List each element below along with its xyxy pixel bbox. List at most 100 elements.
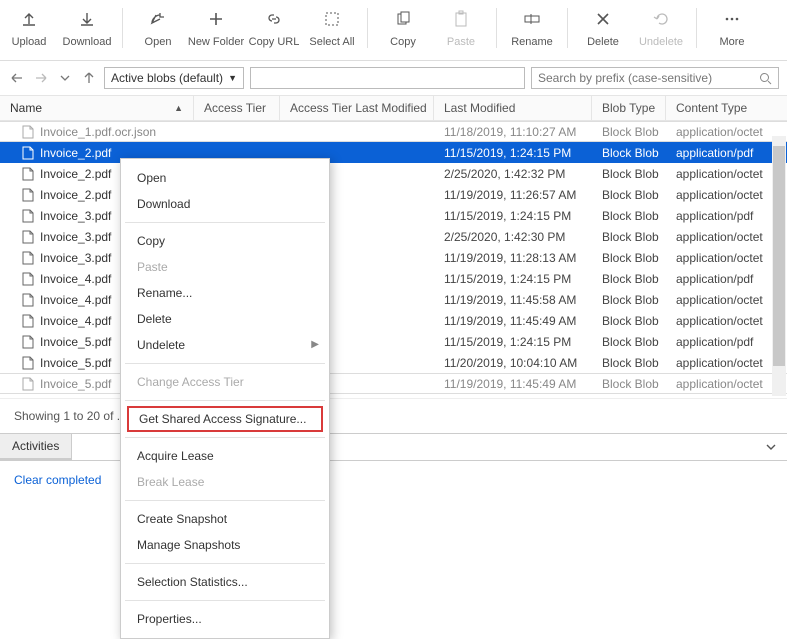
- download-icon: [76, 8, 98, 30]
- copy-url-button[interactable]: Copy URL: [245, 4, 303, 52]
- ctx-create-snapshot[interactable]: Create Snapshot: [121, 506, 329, 532]
- cell-modified: 11/15/2019, 1:24:15 PM: [434, 272, 592, 286]
- ctx-download[interactable]: Download: [121, 191, 329, 217]
- toolbar-separator: [567, 8, 568, 48]
- table-row[interactable]: Invoice_4.pdf11/19/2019, 11:45:58 AMBloc…: [0, 289, 787, 310]
- upload-button[interactable]: Upload: [0, 4, 58, 52]
- nav-recent-icon[interactable]: [56, 69, 74, 87]
- open-label: Open: [145, 36, 172, 48]
- file-name: Invoice_1.pdf.ocr.json: [40, 125, 156, 139]
- view-filter-dropdown[interactable]: Active blobs (default) ▼: [104, 67, 244, 89]
- delete-button[interactable]: Delete: [574, 4, 632, 52]
- table-row[interactable]: Invoice_3.pdf11/15/2019, 1:24:15 PMBlock…: [0, 205, 787, 226]
- grid-header: Name▲ Access Tier Access Tier Last Modif…: [0, 95, 787, 121]
- file-name: Invoice_5.pdf: [40, 335, 111, 349]
- ctx-rename[interactable]: Rename...: [121, 280, 329, 306]
- cell-content-type: application/octet: [666, 251, 787, 265]
- cell-modified: 11/20/2019, 10:04:10 AM: [434, 356, 592, 370]
- copy-url-label: Copy URL: [249, 36, 300, 48]
- table-row[interactable]: Invoice_2.pdf2/25/2020, 1:42:32 PMBlock …: [0, 163, 787, 184]
- file-name: Invoice_3.pdf: [40, 230, 111, 244]
- undelete-button[interactable]: Undelete: [632, 4, 690, 52]
- file-name: Invoice_3.pdf: [40, 209, 111, 223]
- file-icon: [22, 293, 34, 307]
- file-icon: [22, 188, 34, 202]
- table-row[interactable]: Invoice_4.pdf 11/15/2019, 1:24:15 PMBlock…: [0, 268, 787, 289]
- ctx-selection-stats[interactable]: Selection Statistics...: [121, 569, 329, 595]
- rename-button[interactable]: Rename: [503, 4, 561, 52]
- ctx-manage-snapshots[interactable]: Manage Snapshots: [121, 532, 329, 558]
- delete-label: Delete: [587, 36, 619, 48]
- file-icon: [22, 125, 34, 139]
- ctx-copy[interactable]: Copy: [121, 228, 329, 254]
- rename-icon: [521, 8, 543, 30]
- grid-body: Invoice_1.pdf.ocr.json11/18/2019, 11:10:…: [0, 121, 787, 394]
- ctx-get-sas[interactable]: Get Shared Access Signature...: [127, 406, 323, 432]
- path-input[interactable]: [250, 67, 525, 89]
- expand-icon[interactable]: [765, 441, 787, 453]
- cell-modified: 11/15/2019, 1:24:15 PM: [434, 335, 592, 349]
- toolbar-separator: [367, 8, 368, 48]
- sort-asc-icon: ▲: [174, 103, 183, 113]
- table-row[interactable]: Invoice_5.pdf11/20/2019, 10:04:10 AMBloc…: [0, 352, 787, 373]
- search-input[interactable]: [538, 71, 755, 85]
- file-icon: [22, 209, 34, 223]
- cell-blob-type: Block Blob: [592, 356, 666, 370]
- upload-icon: [18, 8, 40, 30]
- cell-modified: 11/19/2019, 11:45:49 AM: [434, 314, 592, 328]
- col-content-type[interactable]: Content Type: [666, 96, 787, 120]
- table-row[interactable]: Invoice_3.pdf11/19/2019, 11:28:13 AMBloc…: [0, 247, 787, 268]
- nav-up-icon[interactable]: [80, 69, 98, 87]
- open-button[interactable]: Open: [129, 4, 187, 52]
- more-button[interactable]: More: [703, 4, 761, 52]
- new-folder-button[interactable]: New Folder: [187, 4, 245, 52]
- nav-forward-icon[interactable]: [32, 69, 50, 87]
- copy-button[interactable]: Copy: [374, 4, 432, 52]
- col-name[interactable]: Name▲: [0, 96, 194, 120]
- cell-blob-type: Block Blob: [592, 146, 666, 160]
- nav-back-icon[interactable]: [8, 69, 26, 87]
- cell-content-type: application/octet: [666, 377, 787, 391]
- scrollbar-thumb[interactable]: [773, 146, 785, 366]
- select-all-label: Select All: [309, 36, 354, 48]
- ctx-open[interactable]: Open: [121, 165, 329, 191]
- file-icon: [22, 251, 34, 265]
- activities-tab[interactable]: Activities: [0, 434, 72, 460]
- download-button[interactable]: Download: [58, 4, 116, 52]
- file-name: Invoice_4.pdf: [40, 314, 111, 328]
- col-blob-type[interactable]: Blob Type: [592, 96, 666, 120]
- col-last-modified[interactable]: Last Modified: [434, 96, 592, 120]
- table-row[interactable]: Invoice_1.pdf.ocr.json11/18/2019, 11:10:…: [0, 121, 787, 142]
- ctx-separator: [125, 363, 325, 364]
- file-icon: [22, 314, 34, 328]
- ctx-undelete[interactable]: Undelete▶: [121, 332, 329, 358]
- ctx-delete[interactable]: Delete: [121, 306, 329, 332]
- cell-blob-type: Block Blob: [592, 167, 666, 181]
- paste-label: Paste: [447, 36, 475, 48]
- paste-button[interactable]: Paste: [432, 4, 490, 52]
- ctx-acquire-lease[interactable]: Acquire Lease: [121, 443, 329, 469]
- file-name: Invoice_4.pdf: [40, 272, 111, 286]
- cell-blob-type: Block Blob: [592, 272, 666, 286]
- col-access-tier[interactable]: Access Tier: [194, 96, 280, 120]
- ctx-properties[interactable]: Properties...: [121, 606, 329, 632]
- delete-icon: [592, 8, 614, 30]
- table-row[interactable]: Invoice_2.pdf11/15/2019, 1:24:15 PMBlock…: [0, 142, 787, 163]
- select-all-button[interactable]: Select All: [303, 4, 361, 52]
- clear-completed-link[interactable]: Clear completed: [0, 461, 787, 499]
- table-row[interactable]: Invoice_4.pdf11/19/2019, 11:45:49 AMBloc…: [0, 310, 787, 331]
- search-box[interactable]: [531, 67, 779, 89]
- ctx-paste[interactable]: Paste: [121, 254, 329, 280]
- ctx-change-tier[interactable]: Change Access Tier: [121, 369, 329, 395]
- table-row[interactable]: Invoice_2.pdf11/19/2019, 11:26:57 AMBloc…: [0, 184, 787, 205]
- cell-content-type: application/pdf: [666, 209, 787, 223]
- table-row[interactable]: Invoice_5.pdf11/15/2019, 1:24:15 PMBlock…: [0, 331, 787, 352]
- col-tier-modified[interactable]: Access Tier Last Modified: [280, 96, 434, 120]
- table-row[interactable]: Invoice_3.pdf2/25/2020, 1:42:30 PMBlock …: [0, 226, 787, 247]
- cell-content-type: application/octet: [666, 230, 787, 244]
- table-row[interactable]: Invoice_5.pdf11/19/2019, 11:45:49 AMBloc…: [0, 373, 787, 394]
- file-icon: [22, 230, 34, 244]
- vertical-scrollbar[interactable]: [772, 136, 786, 396]
- ctx-break-lease[interactable]: Break Lease: [121, 469, 329, 495]
- undo-icon: [650, 8, 672, 30]
